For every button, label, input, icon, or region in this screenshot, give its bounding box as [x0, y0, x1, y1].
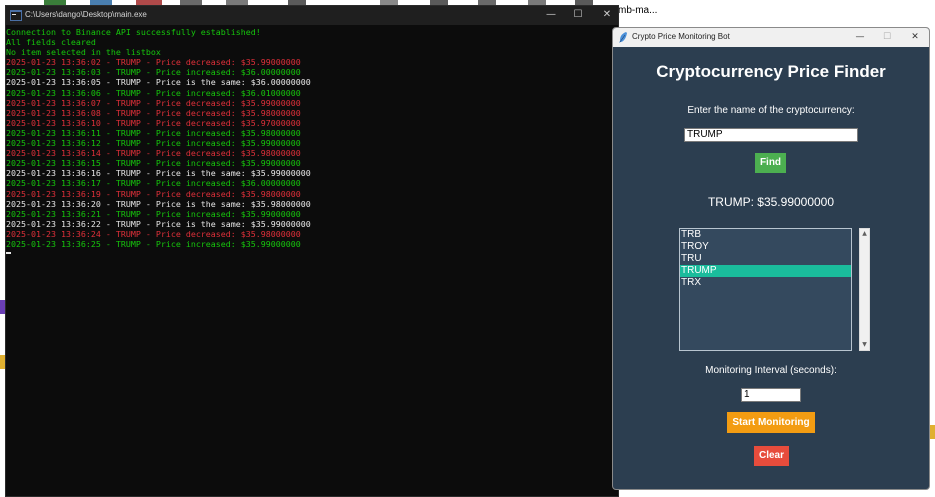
console-output: Connection to Binance API successfully e… — [6, 27, 618, 496]
console-window[interactable]: C:\Users\dango\Desktop\main.exe — ☐ ✕ Co… — [5, 5, 619, 497]
console-line: 2025-01-23 13:36:06 - TRUMP - Price incr… — [6, 87, 301, 98]
listbox-item[interactable]: TRU — [680, 253, 851, 265]
feather-icon — [619, 32, 627, 43]
desktop-icon[interactable] — [930, 425, 935, 439]
minimize-button[interactable]: — — [851, 31, 869, 44]
console-line: 2025-01-23 13:36:12 - TRUMP - Price incr… — [6, 138, 301, 149]
console-line: 2025-01-23 13:36:20 - TRUMP - Price is t… — [6, 198, 311, 209]
crypto-name-input[interactable]: TRUMP — [684, 128, 858, 142]
close-button[interactable]: ✕ — [597, 8, 617, 22]
console-line: 2025-01-23 13:36:22 - TRUMP - Price is t… — [6, 218, 311, 229]
scroll-down-icon[interactable]: ▼ — [860, 340, 869, 350]
console-cursor — [6, 252, 11, 255]
console-line: 2025-01-23 13:36:24 - TRUMP - Price decr… — [6, 228, 301, 239]
console-line: 2025-01-23 13:36:02 - TRUMP - Price decr… — [6, 57, 301, 68]
page-title: Cryptocurrency Price Finder — [656, 62, 886, 81]
console-line: 2025-01-23 13:36:16 - TRUMP - Price is t… — [6, 168, 311, 179]
console-line: 2025-01-23 13:36:21 - TRUMP - Price incr… — [6, 208, 301, 219]
price-display: TRUMP: $35.99000000 — [707, 195, 835, 209]
scroll-up-icon[interactable]: ▲ — [860, 229, 869, 239]
console-line: 2025-01-23 13:36:11 - TRUMP - Price incr… — [6, 127, 301, 138]
console-line: 2025-01-23 13:36:25 - TRUMP - Price incr… — [6, 238, 301, 249]
interval-label: Monitoring Interval (seconds): — [705, 365, 837, 376]
minimize-button[interactable]: — — [541, 8, 561, 22]
console-line: 2025-01-23 13:36:15 - TRUMP - Price incr… — [6, 158, 301, 169]
bot-title: Crypto Price Monitoring Bot — [632, 32, 730, 41]
console-line: 2025-01-23 13:36:07 - TRUMP - Price decr… — [6, 97, 301, 108]
console-line: 2025-01-23 13:36:19 - TRUMP - Price decr… — [6, 188, 301, 199]
bot-window[interactable]: Crypto Price Monitoring Bot — ☐ ✕ Crypto… — [612, 27, 930, 490]
bot-content: Cryptocurrency Price Finder Enter the na… — [613, 47, 929, 489]
console-line: 2025-01-23 13:36:14 - TRUMP - Price decr… — [6, 148, 301, 159]
listbox-item[interactable]: TRX — [680, 277, 851, 289]
close-button[interactable]: ✕ — [906, 31, 924, 44]
desktop-file-label[interactable]: mb-ma... — [618, 5, 657, 16]
listbox-item[interactable]: TRUMP — [680, 265, 851, 277]
maximize-button[interactable]: ☐ — [568, 8, 588, 22]
bot-titlebar[interactable]: Crypto Price Monitoring Bot — ☐ ✕ — [613, 28, 929, 47]
console-line: No item selected in the listbox — [6, 47, 161, 58]
console-line: 2025-01-23 13:36:10 - TRUMP - Price decr… — [6, 117, 301, 128]
crypto-listbox[interactable]: TRB TROY TRU TRUMP TRX — [679, 228, 852, 351]
find-button[interactable]: Find — [755, 153, 786, 173]
console-title: C:\Users\dango\Desktop\main.exe — [25, 10, 147, 19]
console-app-icon — [10, 10, 22, 21]
interval-input[interactable]: 1 — [741, 388, 801, 402]
console-line: Connection to Binance API successfully e… — [6, 27, 261, 37]
console-line: 2025-01-23 13:36:03 - TRUMP - Price incr… — [6, 67, 301, 78]
console-line: 2025-01-23 13:36:08 - TRUMP - Price decr… — [6, 107, 301, 118]
listbox-scrollbar[interactable]: ▲ ▼ — [859, 228, 870, 351]
console-line: 2025-01-23 13:36:17 - TRUMP - Price incr… — [6, 178, 301, 189]
console-line: 2025-01-23 13:36:05 - TRUMP - Price is t… — [6, 77, 311, 88]
clear-button[interactable]: Clear — [754, 446, 789, 466]
maximize-button[interactable]: ☐ — [878, 31, 896, 44]
listbox-item[interactable]: TROY — [680, 241, 851, 253]
start-monitoring-button[interactable]: Start Monitoring — [727, 412, 815, 433]
listbox-item[interactable]: TRB — [680, 229, 851, 241]
console-line: All fields cleared — [6, 37, 96, 48]
crypto-prompt-label: Enter the name of the cryptocurrency: — [687, 105, 855, 116]
console-titlebar[interactable]: C:\Users\dango\Desktop\main.exe — ☐ ✕ — [6, 6, 618, 25]
